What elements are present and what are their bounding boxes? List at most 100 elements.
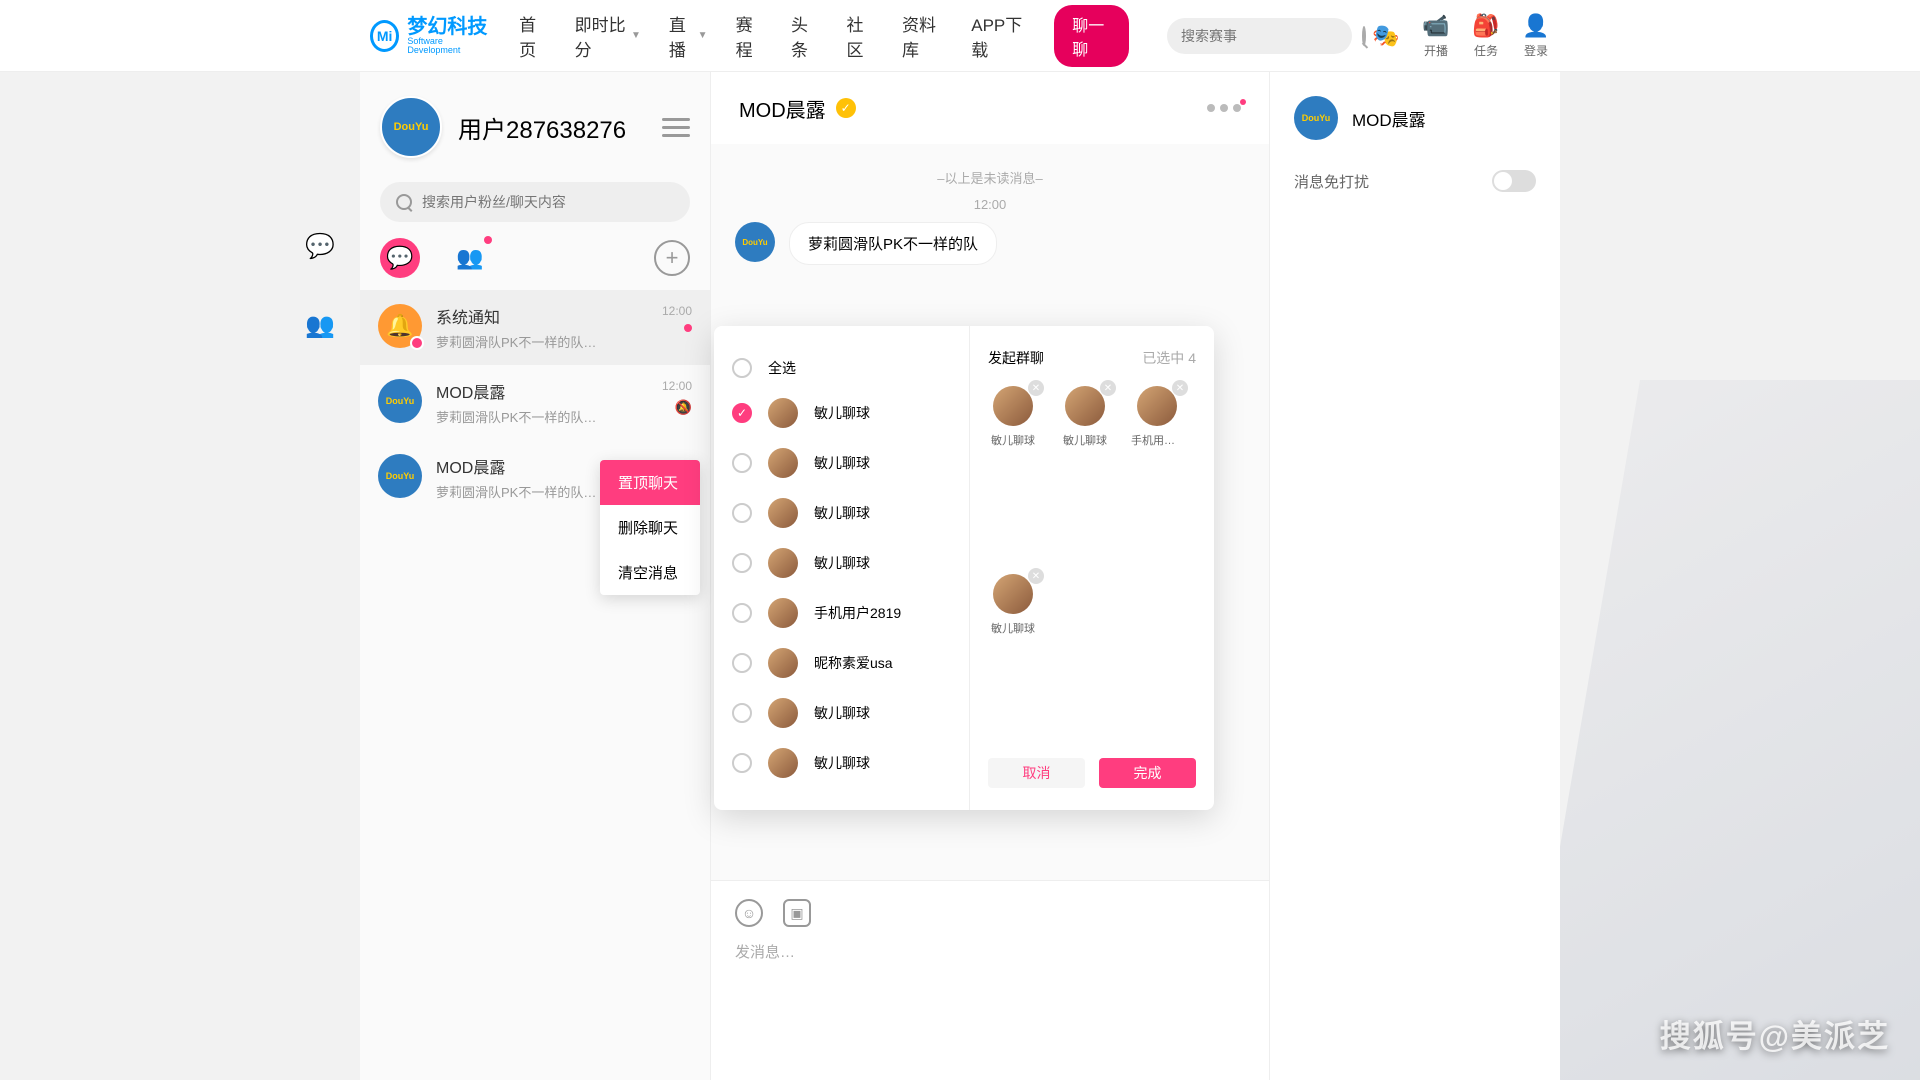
select-all-row[interactable]: 全选 [732, 348, 951, 388]
watermark: 搜狐号@美派芝 [1660, 1011, 1890, 1056]
contact-avatar [768, 598, 798, 628]
top-right-item[interactable]: 👤登录 [1522, 12, 1550, 59]
remove-icon[interactable]: ✕ [1172, 380, 1188, 396]
search-icon [396, 194, 412, 210]
more-icon[interactable] [1207, 104, 1241, 112]
context-menu-item[interactable]: 删除聊天 [600, 505, 700, 550]
nav-item[interactable]: 直播▼ [669, 11, 708, 61]
contacts-rail-icon[interactable]: 👥 [305, 311, 335, 340]
message-input[interactable]: 发消息… [735, 941, 1245, 962]
selected-avatar [993, 386, 1033, 426]
top-right-item[interactable]: 🎭 [1372, 22, 1400, 50]
dnd-toggle[interactable] [1492, 170, 1536, 192]
contact-avatar [768, 448, 798, 478]
side-rail: 💬 👥 [300, 232, 340, 340]
contacts-header: DouYu 用户287638276 [360, 72, 710, 182]
contacts-search[interactable] [380, 182, 690, 222]
user-avatar[interactable]: DouYu [380, 96, 442, 158]
chevron-down-icon: ▼ [631, 30, 641, 41]
chat-pill-button[interactable]: 聊一聊 [1054, 5, 1129, 67]
selected-contact: ✕敏儿聊球 [1060, 386, 1110, 558]
contact-option[interactable]: 敏儿聊球 [732, 438, 951, 488]
conversation-item[interactable]: DouYuMOD晨露萝莉圆滑队PK不一样的队…12:00🔕 [360, 365, 710, 440]
message-row: DouYu 萝莉圆滑队PK不一样的队 [735, 222, 1245, 265]
conv-avatar: DouYu [378, 379, 422, 423]
info-avatar[interactable]: DouYu [1294, 96, 1338, 140]
filter-friends-button[interactable]: 👥 [450, 238, 490, 278]
dnd-label: 消息免打扰 [1294, 171, 1369, 192]
tr-icon: 📹 [1422, 12, 1450, 40]
remove-icon[interactable]: ✕ [1028, 568, 1044, 584]
contact-checkbox[interactable] [732, 553, 752, 573]
header-search[interactable] [1167, 18, 1352, 54]
image-icon[interactable]: ▣ [783, 899, 811, 927]
contact-option[interactable]: 敏儿聊球 [732, 538, 951, 588]
context-menu-item[interactable]: 清空消息 [600, 550, 700, 595]
contacts-search-input[interactable] [422, 194, 674, 210]
selected-contact: ✕敏儿聊球 [988, 574, 1038, 746]
conv-name: 系统通知 [436, 304, 648, 328]
confirm-button[interactable]: 完成 [1099, 758, 1196, 788]
nav-item[interactable]: 首页 [519, 11, 546, 61]
nav-item[interactable]: 头条 [791, 11, 818, 61]
top-right-item[interactable]: 🎒 任务 [1472, 12, 1500, 59]
remove-icon[interactable]: ✕ [1100, 380, 1116, 396]
conv-time: 12:00 [662, 379, 692, 393]
contact-checkbox[interactable] [732, 603, 752, 623]
context-menu-item[interactable]: 置顶聊天 [600, 460, 700, 505]
contact-option[interactable]: ✓敏儿聊球 [732, 388, 951, 438]
conversation-item[interactable]: 🔔系统通知萝莉圆滑队PK不一样的队…12:00 [360, 290, 710, 365]
username: 用户287638276 [458, 110, 646, 145]
filter-chat-button[interactable]: 💬 [380, 238, 420, 278]
dnd-row: 消息免打扰 [1294, 170, 1536, 192]
top-right-item[interactable]: 📹开播 [1422, 12, 1450, 59]
contact-checkbox[interactable] [732, 503, 752, 523]
logo[interactable]: Mi 梦幻科技 Software Development [370, 17, 489, 55]
header-search-input[interactable] [1181, 28, 1362, 44]
chat-rail-icon[interactable]: 💬 [305, 232, 335, 261]
contact-checkbox[interactable] [732, 753, 752, 773]
emoji-icon[interactable]: ☺ [735, 899, 763, 927]
verified-icon: ✓ [836, 98, 856, 118]
tr-icon: 🎒 [1472, 12, 1500, 40]
chat-title-text: MOD晨露 [739, 94, 826, 123]
nav-item[interactable]: 资料库 [902, 11, 943, 61]
contact-option[interactable]: 手机用户2819 [732, 588, 951, 638]
input-tools: ☺ ▣ [735, 899, 1245, 927]
conv-name: MOD晨露 [436, 379, 648, 403]
nav-item[interactable]: APP下载 [971, 11, 1026, 61]
cancel-button[interactable]: 取消 [988, 758, 1085, 788]
tr-label: 任务 [1474, 42, 1498, 59]
modal-right: 发起群聊 已选中 4 ✕敏儿聊球✕敏儿聊球✕手机用户...✕敏儿聊球 取消 完成 [969, 326, 1214, 810]
contact-name: 手机用户2819 [814, 603, 901, 623]
contact-avatar [768, 398, 798, 428]
mute-icon: 🔕 [675, 399, 692, 416]
context-menu: 置顶聊天删除聊天清空消息 [600, 460, 700, 595]
remove-icon[interactable]: ✕ [1028, 380, 1044, 396]
selected-name: 敏儿聊球 [991, 620, 1035, 636]
add-button[interactable]: + [654, 240, 690, 276]
menu-icon[interactable] [662, 118, 690, 137]
select-all-checkbox[interactable] [732, 358, 752, 378]
chat-header: MOD晨露 ✓ [711, 72, 1269, 144]
selected-name: 敏儿聊球 [1063, 432, 1107, 448]
selected-contact: ✕敏儿聊球 [988, 386, 1038, 558]
sys-unread-line: –以上是未读消息– [735, 168, 1245, 187]
top-right-actions: 🎭 📹开播 🎒 任务 👤登录 [1372, 12, 1550, 59]
contact-checkbox[interactable] [732, 703, 752, 723]
contact-option[interactable]: 昵称素爱usa [732, 638, 951, 688]
contact-option[interactable]: 敏儿聊球 [732, 738, 951, 788]
nav-item[interactable]: 即时比分▼ [575, 11, 641, 61]
info-name: MOD晨露 [1352, 106, 1426, 131]
contact-option[interactable]: 敏儿聊球 [732, 488, 951, 538]
contact-checkbox[interactable] [732, 653, 752, 673]
nav-item[interactable]: 赛程 [736, 11, 763, 61]
selected-avatar [1065, 386, 1105, 426]
nav-item[interactable]: 社区 [847, 11, 874, 61]
contact-checkbox[interactable] [732, 453, 752, 473]
message-avatar[interactable]: DouYu [735, 222, 775, 262]
contact-name: 敏儿聊球 [814, 553, 870, 573]
modal-buttons: 取消 完成 [988, 758, 1196, 788]
contact-checkbox[interactable]: ✓ [732, 403, 752, 423]
contact-option[interactable]: 敏儿聊球 [732, 688, 951, 738]
